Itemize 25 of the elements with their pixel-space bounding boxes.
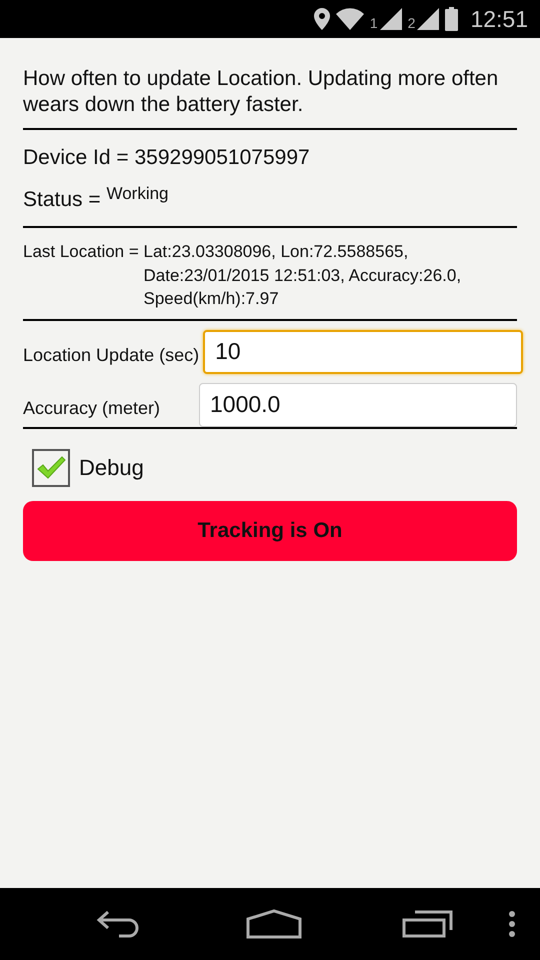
- device-id-value: 359299051075997: [134, 146, 310, 170]
- last-location-value: Lat:23.03308096, Lon:72.5588565, Date:23/01/2015 12:51:03, Accuracy:26.0, Speed(km/h):7.97: [144, 241, 462, 310]
- input-field[interactable]: 1000.0: [199, 382, 517, 426]
- checkbox[interactable]: [32, 448, 70, 486]
- wifi-icon: [336, 8, 364, 30]
- signal-icon: [380, 8, 402, 30]
- recent-apps-icon[interactable]: [402, 910, 454, 938]
- battery-icon: [445, 7, 458, 31]
- status-label: Status =: [23, 188, 102, 212]
- sim-number: 1: [370, 15, 378, 31]
- status-value: Working: [106, 184, 169, 204]
- home-icon[interactable]: [246, 909, 302, 939]
- clock-time: 12:51: [470, 6, 528, 32]
- debug-label: Debug: [79, 454, 144, 480]
- signal-icon: [417, 8, 440, 30]
- device-id-label: Device Id =: [23, 146, 130, 170]
- overflow-menu-icon[interactable]: [508, 910, 516, 938]
- input-field[interactable]: 10: [203, 330, 524, 374]
- sim-number: 2: [408, 15, 416, 31]
- field-label: Accuracy (meter): [23, 398, 162, 419]
- location-pin-icon: [314, 8, 330, 30]
- description-text: How often to update Location. Updating more often wears down the battery faster.: [23, 66, 500, 118]
- tracking-button[interactable]: Tracking is On: [23, 500, 517, 560]
- last-location-label: Last Location =: [23, 241, 140, 263]
- field-label: Location Update (sec): [23, 345, 200, 366]
